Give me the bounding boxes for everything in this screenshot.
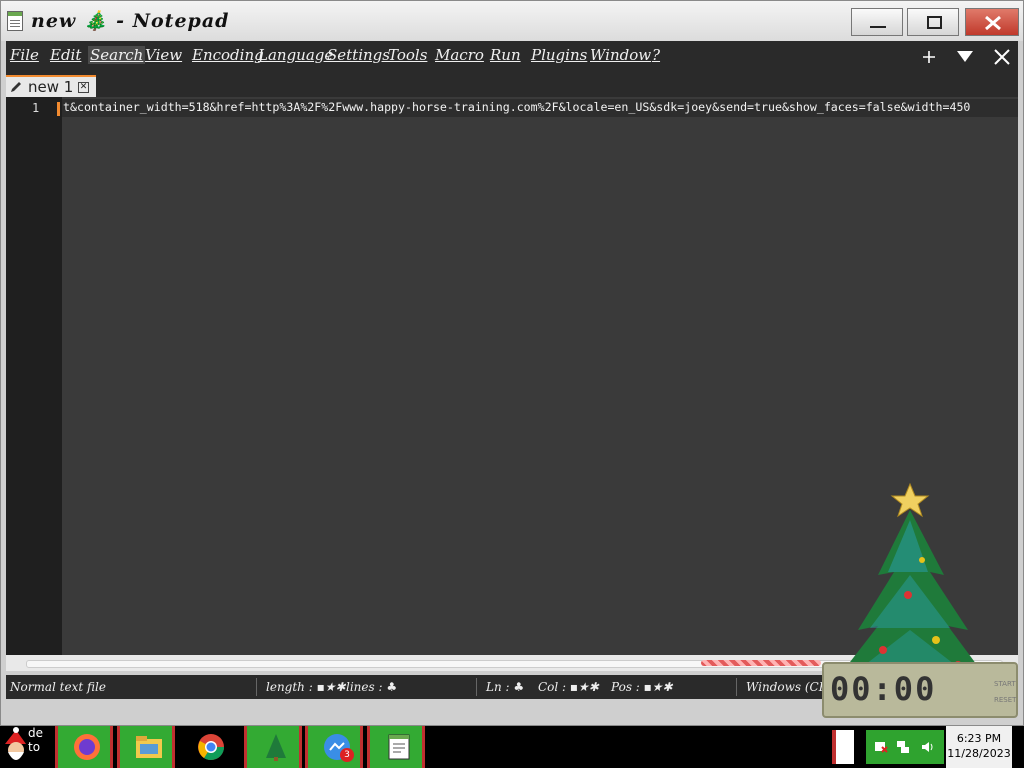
menu-file[interactable]: File: [10, 46, 39, 64]
title-bar[interactable]: new 🎄 - Notepad: [1, 1, 1023, 41]
network-icon[interactable]: [896, 740, 910, 754]
status-eol: Windows (CR: [746, 680, 828, 694]
folder-icon: [136, 736, 162, 758]
taskbar-chrome[interactable]: [182, 726, 240, 768]
status-file-type: Normal text file: [10, 680, 106, 694]
window-title: new 🎄 - Notepad: [31, 10, 230, 32]
menu-run[interactable]: Run: [490, 46, 521, 64]
stopwatch-display: 00:00: [830, 670, 937, 708]
status-separator: [476, 678, 477, 696]
tree-icon: [266, 734, 286, 761]
status-ln: Ln : ♣: [486, 680, 525, 694]
notepad-icon: [388, 734, 410, 760]
menu-bar: File Edit Search View Encoding Language …: [6, 41, 1018, 73]
taskbar-firefox[interactable]: [55, 726, 113, 768]
menu-window[interactable]: Window: [590, 46, 651, 64]
firefox-icon: [74, 734, 100, 760]
triangle-down-icon: [957, 51, 973, 62]
menu-edit[interactable]: Edit: [50, 46, 81, 64]
clock-time: 6:23 PM: [956, 732, 1002, 745]
taskbar-notepad[interactable]: [367, 726, 425, 768]
notepad-icon: [7, 11, 23, 31]
add-tab-button[interactable]: [916, 45, 942, 69]
taskbar-christmas-tree[interactable]: [244, 726, 302, 768]
plus-icon: [923, 51, 935, 63]
close-icon: [994, 49, 1010, 65]
minimize-button[interactable]: [851, 8, 903, 36]
status-col: Col : ▪★✱: [538, 680, 599, 694]
tab-label: new 1: [28, 78, 74, 96]
status-separator: [256, 678, 257, 696]
taskbar-file-explorer[interactable]: [117, 726, 175, 768]
line-number-gutter: 1: [6, 97, 62, 655]
status-pos: Pos : ▪★✱: [611, 680, 673, 694]
start-button[interactable]: de to: [2, 726, 52, 768]
santa-icon: [5, 727, 26, 760]
tab-new-1[interactable]: new 1 ✕: [6, 75, 96, 97]
taskbar-messenger[interactable]: 3: [305, 726, 363, 768]
clock-date: 11/28/2023: [947, 747, 1011, 760]
line-number: 1: [32, 101, 40, 115]
status-separator: [736, 678, 737, 696]
status-lines: lines : ♣: [346, 680, 398, 694]
close-button[interactable]: [965, 8, 1019, 36]
menu-view[interactable]: View: [145, 46, 182, 64]
taskbar: de to 3 6:23 PM 11/28/2023: [0, 726, 1024, 768]
system-clock[interactable]: 6:23 PM 11/28/2023: [946, 726, 1012, 768]
close-icon: [985, 15, 1001, 31]
action-center-icon[interactable]: [874, 740, 888, 754]
menu-encoding[interactable]: Encoding: [192, 46, 264, 64]
minimize-icon: [870, 26, 886, 28]
menu-plugins[interactable]: Plugins: [531, 46, 587, 64]
pencil-icon: [11, 82, 21, 92]
change-marker: [57, 102, 60, 116]
menu-search[interactable]: Search: [88, 46, 146, 64]
stopwatch-widget: 00:00 START RESET: [822, 662, 1018, 718]
notification-badge: 3: [340, 748, 354, 762]
system-tray: [866, 730, 944, 764]
maximize-button[interactable]: [907, 8, 959, 36]
status-length: length : ▪★✱: [266, 680, 346, 694]
volume-icon[interactable]: [920, 740, 934, 754]
menu-macro[interactable]: Macro: [435, 46, 484, 64]
stopwatch-start[interactable]: START: [994, 680, 1016, 688]
tab-close-button[interactable]: ✕: [78, 82, 89, 93]
show-desktop-flag[interactable]: [832, 730, 854, 764]
chrome-icon: [198, 734, 225, 761]
scroll-thumb[interactable]: [701, 660, 821, 666]
restore-icon: [927, 16, 942, 29]
tab-list-button[interactable]: [952, 45, 978, 69]
menu-settings[interactable]: Settings: [327, 46, 390, 64]
start-label: de to: [28, 726, 43, 754]
tab-bar: new 1 ✕: [6, 73, 1018, 97]
close-doc-button[interactable]: [989, 45, 1015, 69]
stopwatch-reset[interactable]: RESET: [994, 696, 1016, 704]
menu-language[interactable]: Language: [258, 46, 333, 64]
code-line[interactable]: t&container_width=518&href=http%3A%2F%2F…: [63, 100, 970, 114]
menu-help[interactable]: ?: [652, 46, 660, 64]
menu-tools[interactable]: Tools: [388, 46, 427, 64]
